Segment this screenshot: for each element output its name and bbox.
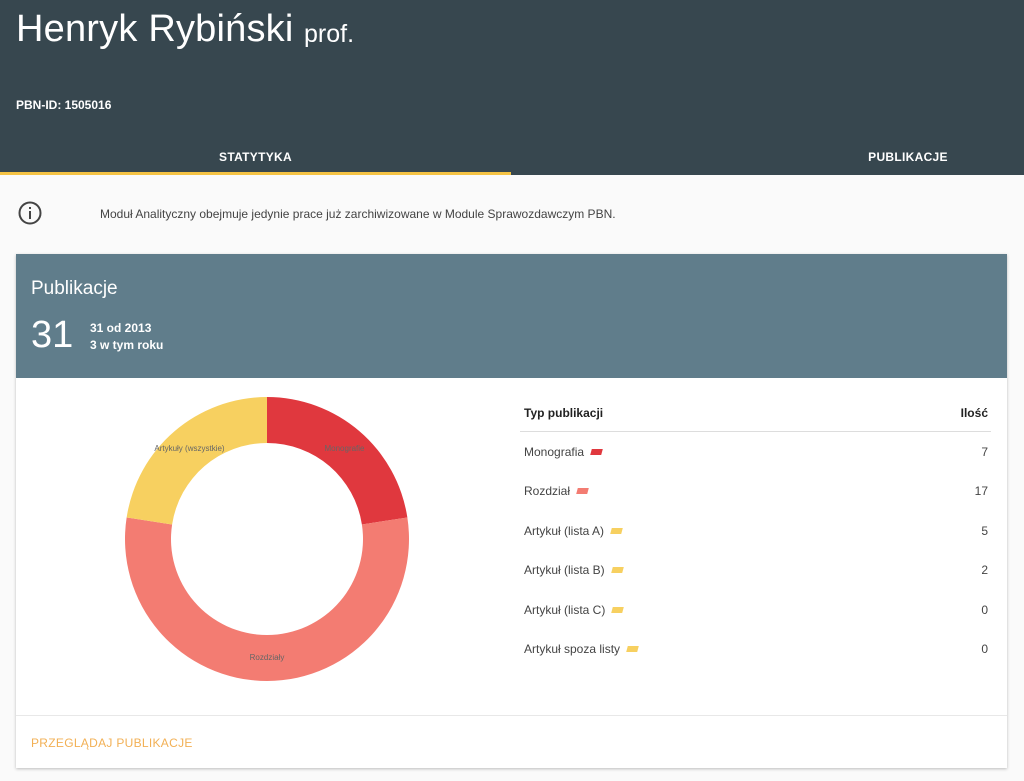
table-row: Artykuł (lista A) 5 (520, 522, 991, 542)
count-since: 31 od 2013 (90, 321, 152, 335)
column-type: Typ publikacji (524, 406, 604, 420)
person-name: Henryk Rybiński (16, 8, 294, 50)
row-label: Artykuł (lista A) (524, 524, 605, 538)
tab-publikacje[interactable]: PUBLIKACJE (796, 138, 1020, 175)
row-value: 5 (981, 524, 988, 538)
legend-swatch (626, 645, 639, 652)
row-label: Artykuł spoza listy (524, 642, 621, 656)
donut-slice[interactable] (267, 397, 408, 525)
slice-label: Artykuły (wszystkie) (154, 444, 225, 453)
row-value: 17 (974, 484, 988, 498)
pbn-id: PBN-ID: 1505016 (16, 98, 112, 112)
count-this-year: 3 w tym roku (90, 338, 164, 352)
browse-publications-link[interactable]: PRZEGLĄDAJ PUBLIKACJE (31, 736, 193, 750)
row-label: Rozdział (524, 484, 571, 498)
slice-label: Rozdziały (250, 653, 285, 662)
row-value: 0 (981, 603, 988, 617)
total-count: 31 (31, 314, 74, 356)
legend-swatch (576, 487, 589, 494)
table-row: Artykuł (lista B) 2 (520, 561, 991, 581)
legend-swatch (611, 606, 625, 613)
table-row: Rozdział 17 (520, 482, 991, 502)
donut-slice[interactable] (126, 397, 267, 525)
row-label: Artykuł (lista C) (524, 603, 606, 617)
active-tab-indicator (0, 172, 511, 175)
card-title: Publikacje (31, 278, 118, 299)
profile-header: Henryk Rybiński prof. PBN-ID: 1505016 ST… (0, 0, 1024, 175)
card-footer: PRZEGLĄDAJ PUBLIKACJE (16, 715, 1007, 768)
card-header: Publikacje 31 31 od 2013 3 w tym roku (16, 254, 1007, 378)
row-value: 2 (981, 563, 988, 577)
publications-donut-chart: Monografie Rozdziały Artykuły (wszystkie) (125, 397, 409, 681)
publications-card: Publikacje 31 31 od 2013 3 w tym roku Mo… (16, 254, 1007, 768)
info-icon (18, 201, 42, 225)
row-label: Artykuł (lista B) (524, 563, 605, 577)
row-value: 7 (981, 445, 988, 459)
tab-statystyka[interactable]: STATYTYKA (0, 138, 511, 175)
row-value: 0 (981, 642, 988, 656)
table-row: Monografia 7 (520, 443, 991, 463)
academic-title: prof. (304, 20, 355, 48)
table-row: Artykuł spoza listy 0 (520, 640, 991, 660)
legend-swatch (610, 527, 623, 534)
info-message: Moduł Analityczny obejmuje jedynie prace… (100, 207, 616, 221)
table-header: Typ publikacji Ilość (520, 392, 991, 432)
legend-swatch (590, 448, 603, 455)
legend-swatch (610, 566, 624, 573)
row-label: Monografia (524, 445, 585, 459)
table-row: Artykuł (lista C) 0 (520, 601, 991, 621)
column-count: Ilość (960, 406, 988, 420)
slice-label: Monografie (324, 444, 365, 453)
